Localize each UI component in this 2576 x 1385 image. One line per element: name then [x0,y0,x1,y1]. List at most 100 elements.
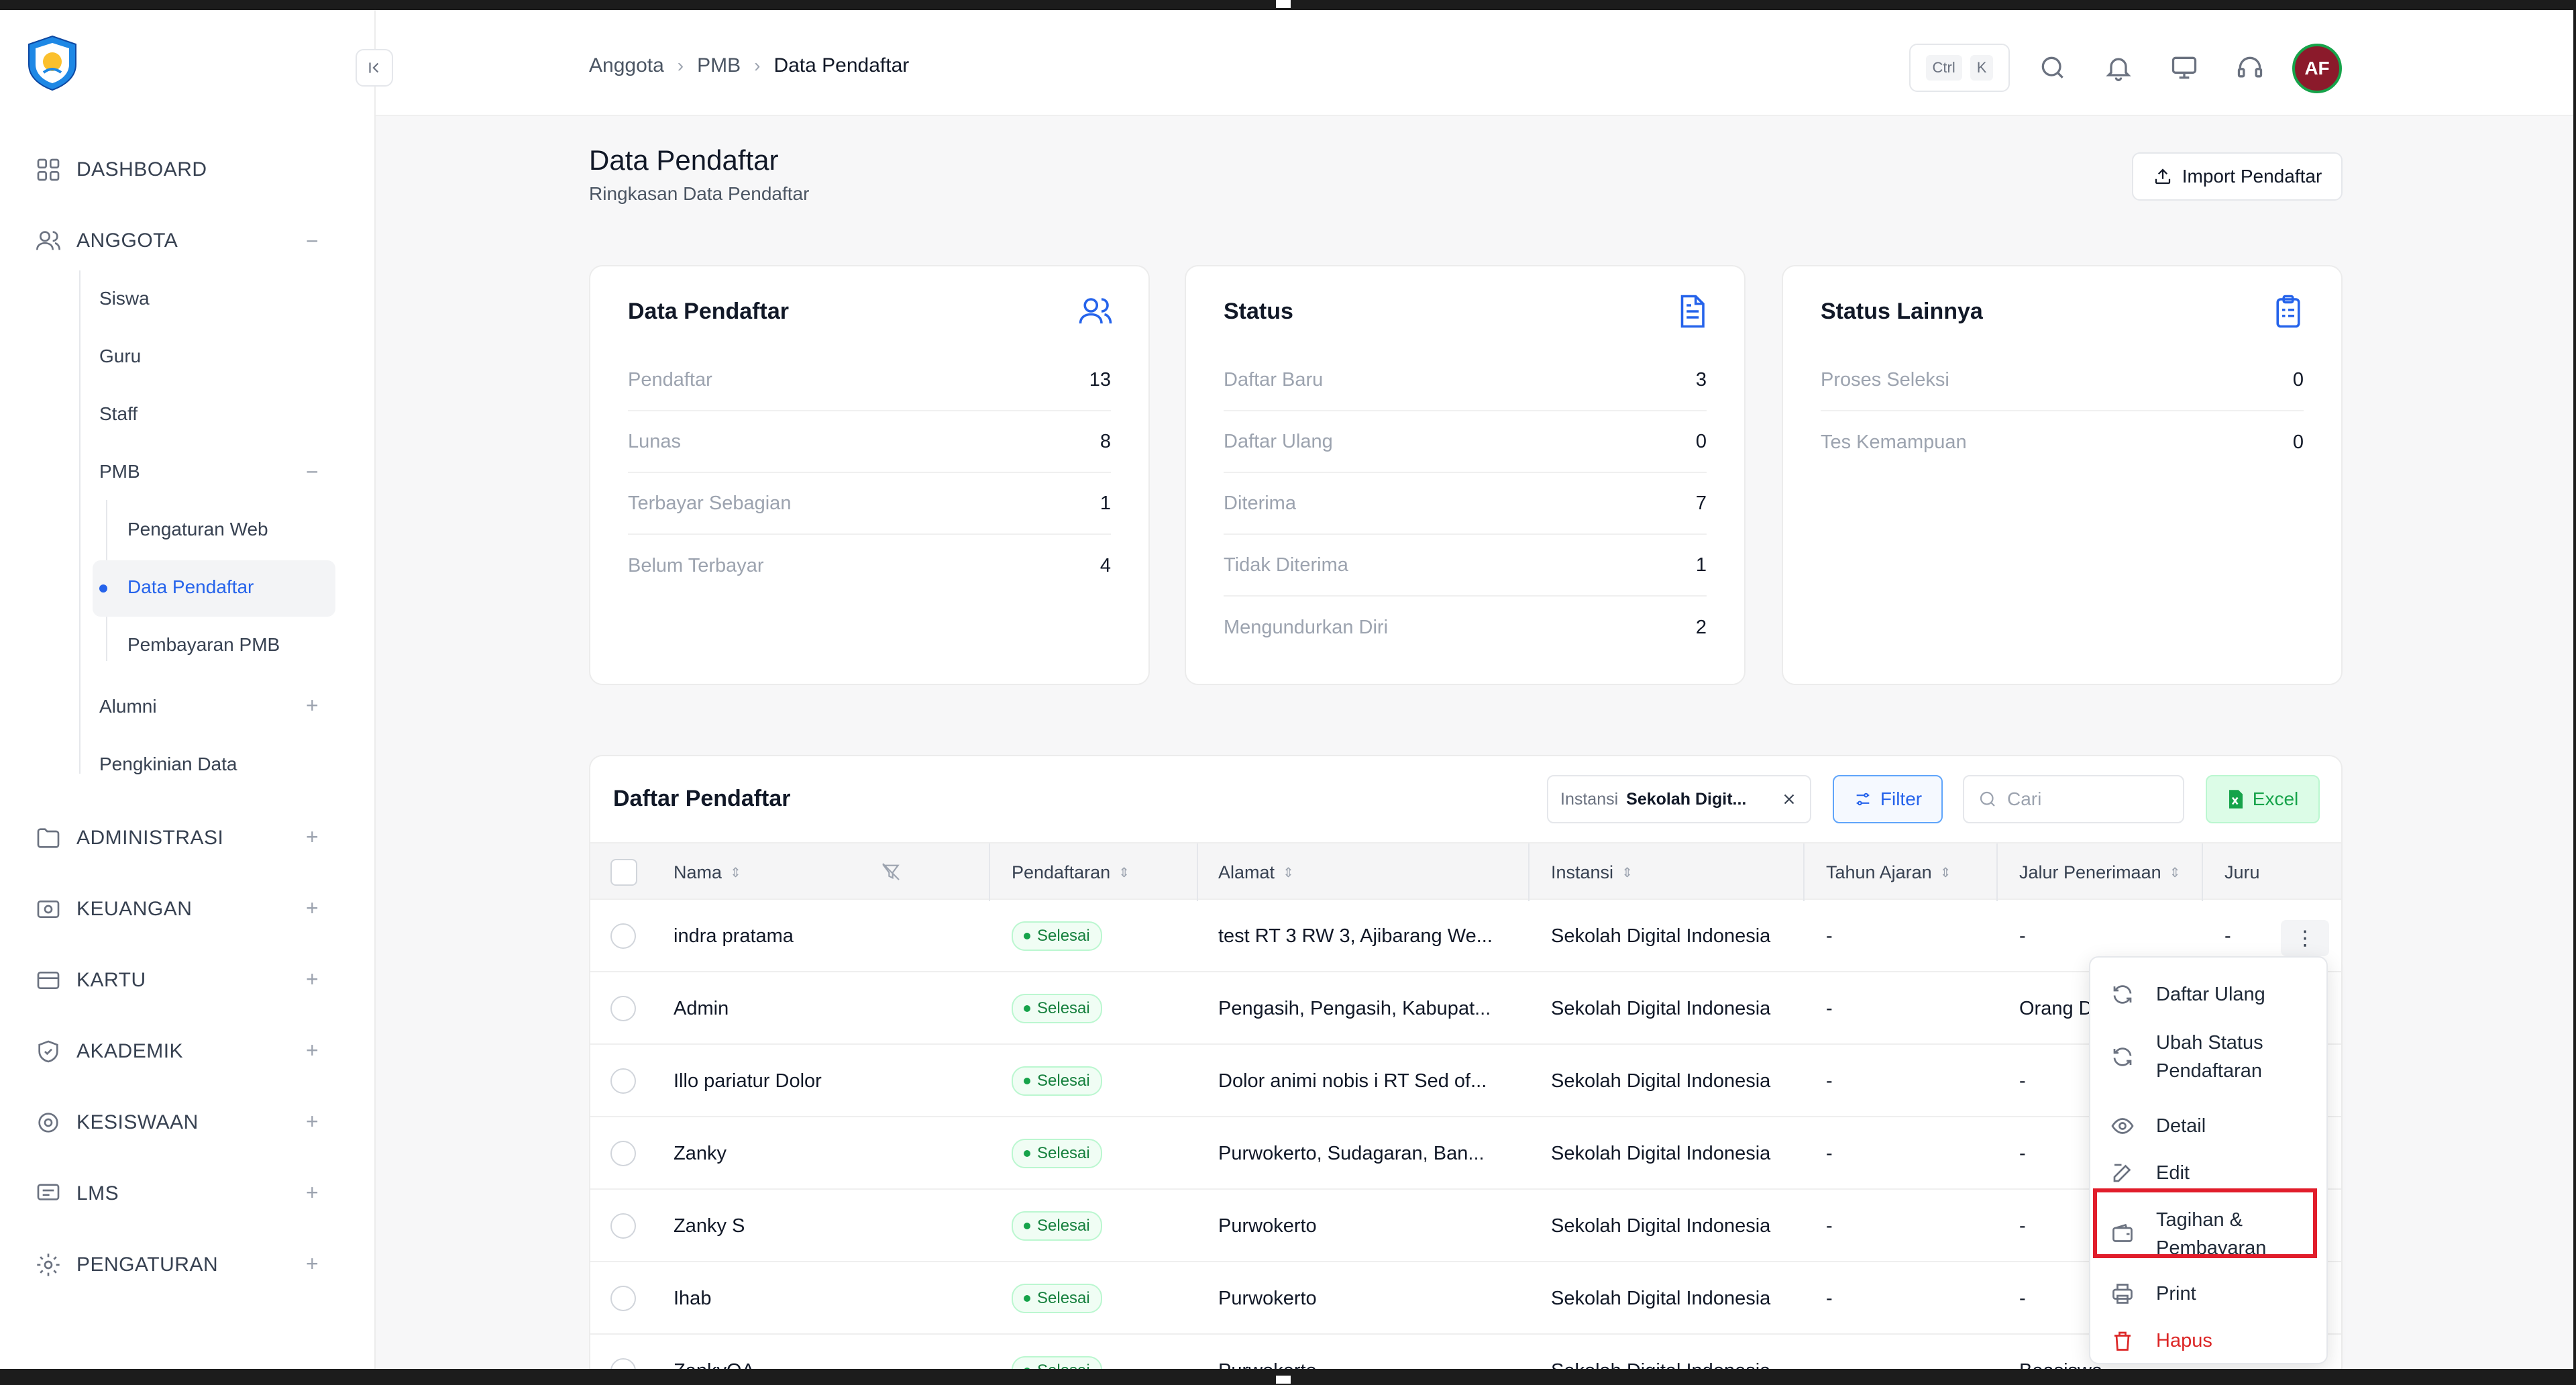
sidebar-item-pembayaran-pmb[interactable]: Pembayaran PMB [127,634,280,656]
stat-value: 0 [1695,430,1707,452]
breadcrumb: Anggota › PMB › Data Pendaftar [589,54,909,77]
expand-akademik-toggle[interactable]: + [306,1038,319,1063]
table-row[interactable]: ZankyQA Selesai Purwokerto Sekolah Digit… [590,1335,2341,1369]
row-checkbox[interactable] [610,1068,636,1094]
expand-kesiswaan-toggle[interactable]: + [306,1109,319,1134]
expand-alumni-toggle[interactable]: + [306,693,319,718]
sidebar-item-administrasi[interactable]: ADMINISTRASI [35,825,223,852]
kbd-ctrl: Ctrl [1925,55,1962,81]
sidebar-item-lms[interactable]: LMS [35,1180,119,1207]
edit-icon [2113,1164,2131,1182]
table-row[interactable]: indra pratama Selesai test RT 3 RW 3, Aj… [590,900,2341,972]
close-icon[interactable] [1780,790,1798,808]
breadcrumb-anggota[interactable]: Anggota [589,54,664,77]
sort-icon[interactable]: ⇕ [2169,864,2181,881]
column-nama[interactable]: Nama ⇕ [674,843,741,901]
sidebar-item-pengkinian-data[interactable]: Pengkinian Data [99,754,237,775]
table-header: Nama ⇕ Pendaftaran ⇕ Alamat ⇕ Instansi ⇕ Tah… [590,842,2341,901]
headset-icon[interactable] [2235,53,2265,83]
expand-lms-toggle[interactable]: + [306,1180,319,1205]
menu-item-label: Edit [2156,1162,2190,1184]
stat-row: Proses Seleksi 0 [1821,350,2304,411]
row-checkbox[interactable] [610,1286,636,1311]
sidebar-item-siswa[interactable]: Siswa [99,288,150,309]
menu-item-edit[interactable]: Edit [2110,1159,2190,1187]
menu-item-ubah-status[interactable]: Ubah Status Pendaftaran [2110,1029,2285,1085]
menu-item-label: Daftar Ulang [2156,984,2265,1005]
column-tahun-ajaran[interactable]: Tahun Ajaran ⇕ [1826,843,1951,901]
sidebar-item-kartu[interactable]: KARTU [35,967,146,994]
sidebar-item-pengaturan[interactable]: PENGATURAN [35,1251,218,1278]
collapse-anggota-toggle[interactable]: − [306,229,319,254]
row-checkbox[interactable] [610,1358,636,1369]
row-actions-button[interactable]: ⋮ [2281,920,2329,956]
column-jurusan[interactable]: Juru [2224,843,2260,901]
instansi-filter-chip[interactable]: Instansi Sekolah Digit... [1547,775,1811,823]
table-row[interactable]: Ihab Selesai Purwokerto Sekolah Digital … [590,1262,2341,1335]
excel-label: Excel [2252,788,2299,809]
column-instansi[interactable]: Instansi ⇕ [1551,843,1633,901]
breadcrumb-pmb[interactable]: PMB [697,54,741,77]
menu-item-label: Print [2156,1283,2196,1304]
table-row[interactable]: Zanky Selesai Purwokerto, Sudagaran, Ban… [590,1117,2341,1190]
sidebar-item-pengaturan-web[interactable]: Pengaturan Web [127,519,268,540]
column-jalur-penerimaan[interactable]: Jalur Penerimaan ⇕ [2019,843,2180,901]
sidebar-item-akademik[interactable]: AKADEMIK [35,1038,183,1065]
import-pendaftar-button[interactable]: Import Pendaftar [2132,152,2343,201]
table-row[interactable]: Illo pariatur Dolor Selesai Dolor animi … [590,1045,2341,1117]
sort-icon[interactable]: ⇕ [1940,864,1951,881]
sort-icon[interactable]: ⇕ [1621,864,1633,881]
menu-item-daftar-ulang[interactable]: Daftar Ulang [2110,980,2265,1009]
checkbox[interactable] [610,859,637,886]
column-divider [1803,843,1805,901]
sort-icon[interactable]: ⇕ [1283,864,1294,881]
menu-item-print[interactable]: Print [2110,1280,2196,1308]
sliders-icon [1856,792,1870,806]
table-row[interactable]: Zanky S Selesai Purwokerto Sekolah Digit… [590,1190,2341,1262]
sort-icon[interactable]: ⇕ [730,864,741,881]
excel-export-button[interactable]: Excel [2206,775,2320,823]
row-checkbox[interactable] [610,1141,636,1166]
expand-keuangan-toggle[interactable]: + [306,896,319,921]
expand-pengaturan-toggle[interactable]: + [306,1251,319,1276]
sidebar-item-dashboard[interactable]: DASHBOARD [35,156,207,183]
search-icon[interactable] [2038,53,2068,83]
cell-instansi: Sekolah Digital Indonesia [1551,925,1771,947]
expand-administrasi-toggle[interactable]: + [306,825,319,850]
filter-button[interactable]: Filter [1833,775,1943,823]
menu-item-hapus[interactable]: Hapus [2110,1327,2212,1355]
collapse-pmb-toggle[interactable]: − [306,460,319,484]
row-checkbox[interactable] [610,1213,636,1239]
sidebar-item-data-pendaftar[interactable]: Data Pendaftar [127,576,254,598]
status-badge: Selesai [1012,1211,1102,1241]
menu-item-detail[interactable]: Detail [2110,1112,2206,1140]
sidebar-item-keuangan[interactable]: KEUANGAN [35,896,192,923]
command-palette-shortcut[interactable]: Ctrl K [1909,44,2010,92]
bell-icon[interactable] [2104,53,2133,83]
search-input[interactable]: Cari [1963,775,2184,823]
sidebar-item-pmb[interactable]: PMB [99,461,140,482]
filter-clear-icon[interactable] [880,861,902,882]
user-avatar[interactable]: AF [2292,44,2342,93]
cell-tahun: - [1826,1335,1833,1370]
sidebar-item-staff[interactable]: Staff [99,403,138,425]
sort-icon[interactable]: ⇕ [1118,864,1130,881]
column-label: Alamat [1218,862,1275,882]
stat-row: Mengundurkan Diri 2 [1224,597,1707,658]
expand-kartu-toggle[interactable]: + [306,967,319,992]
cell-jalur: Orang D [2019,997,2093,1019]
sidebar-item-kesiswaan[interactable]: KESISWAAN [35,1109,199,1136]
sidebar-collapse-button[interactable] [356,49,393,87]
sidebar-item-alumni[interactable]: Alumni [99,696,157,717]
table-row[interactable]: Admin Selesai Pengasih, Pengasih, Kabupa… [590,972,2341,1045]
cell-tahun: - [1826,925,1833,947]
monitor-icon[interactable] [2169,53,2199,83]
sidebar-item-guru[interactable]: Guru [99,346,141,367]
column-pendaftaran[interactable]: Pendaftaran ⇕ [1012,843,1130,901]
row-checkbox[interactable] [610,923,636,949]
menu-item-label: Hapus [2156,1330,2212,1351]
sidebar-item-anggota[interactable]: ANGGOTA [35,227,178,254]
select-all-checkbox[interactable] [610,843,637,901]
row-checkbox[interactable] [610,996,636,1021]
column-alamat[interactable]: Alamat ⇕ [1218,843,1294,901]
